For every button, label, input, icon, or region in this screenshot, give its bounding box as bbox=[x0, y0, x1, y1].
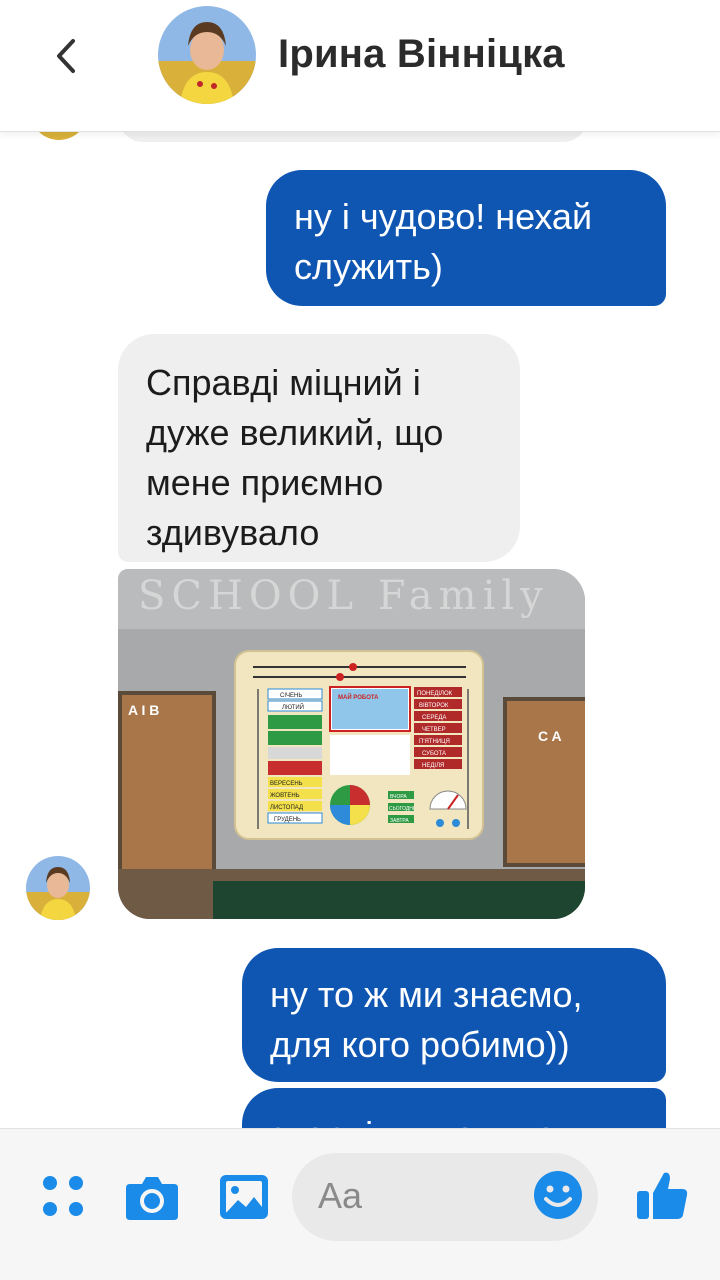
contact-avatar-small[interactable] bbox=[26, 856, 90, 920]
contact-name[interactable]: Ірина Вінніцка bbox=[278, 32, 565, 77]
day-label: ЗАВТРА bbox=[390, 818, 409, 824]
weekday-label: П'ЯТНИЦЯ bbox=[419, 739, 450, 745]
weekday-label: ЧЕТВЕР bbox=[422, 727, 446, 733]
month-label: ЖОВТЕНЬ bbox=[270, 793, 300, 799]
message-text: зверніть увагу на bbox=[270, 1114, 556, 1128]
center-title: МАЙ РОБОТА bbox=[338, 693, 379, 701]
right-card-letters: C A bbox=[538, 728, 562, 744]
back-chevron-icon bbox=[57, 39, 75, 73]
message-text: ну і чудово! нехай служить) bbox=[294, 196, 593, 287]
more-actions-button[interactable] bbox=[38, 1171, 88, 1221]
month-label: СІЧЕНЬ bbox=[280, 693, 302, 699]
day-label: ВЧОРА bbox=[390, 794, 407, 800]
photo-watermark: SCHOOL Family bbox=[138, 573, 549, 619]
month-label: ЛЮТИЙ bbox=[282, 703, 304, 711]
camera-button[interactable] bbox=[122, 1169, 182, 1225]
weekday-label: ВІВТОРОК bbox=[419, 703, 449, 709]
chat-header: Ірина Вінніцка bbox=[0, 0, 720, 132]
outgoing-message[interactable]: ну і чудово! нехай служить) bbox=[266, 170, 666, 306]
contact-avatar[interactable] bbox=[158, 6, 256, 104]
outgoing-message[interactable]: ну то ж ми знаємо, для кого робимо)) bbox=[242, 948, 666, 1082]
message-input-placeholder: Aa bbox=[318, 1175, 363, 1216]
emoji-button[interactable] bbox=[530, 1167, 586, 1223]
menu-dots-icon bbox=[43, 1176, 83, 1216]
weekday-label: СУБОТА bbox=[422, 751, 446, 757]
weekday-label: СЕРЕДА bbox=[422, 715, 446, 721]
gallery-button[interactable] bbox=[216, 1169, 272, 1225]
weekday-label: НЕДІЛЯ bbox=[422, 763, 444, 769]
outgoing-message[interactable]: зверніть увагу на bbox=[242, 1088, 666, 1128]
left-card-letters: A I B bbox=[128, 702, 159, 718]
back-button[interactable] bbox=[40, 30, 92, 82]
camera-icon bbox=[126, 1177, 178, 1220]
gallery-icon bbox=[220, 1175, 268, 1219]
previous-message-bubble bbox=[118, 132, 588, 142]
message-list[interactable]: ну і чудово! нехай служить) Справді міцн… bbox=[0, 132, 720, 1128]
month-label: ВЕРЕСЕНЬ bbox=[270, 781, 303, 787]
weekday-label: ПОНЕДІЛОК bbox=[417, 691, 453, 697]
month-label: ГРУДЕНЬ bbox=[274, 817, 301, 823]
like-button[interactable] bbox=[632, 1165, 692, 1225]
message-text: ну то ж ми знаємо, для кого робимо)) bbox=[270, 974, 583, 1065]
day-label: СЬОГОДНІ bbox=[389, 806, 414, 812]
incoming-message[interactable]: Справді міцний і дуже великий, що мене п… bbox=[118, 334, 520, 562]
photo-attachment[interactable]: SCHOOL Family A I B C A СІЧЕНЬ ЛЮТИЙ ВЕР… bbox=[118, 569, 585, 919]
previous-avatar bbox=[30, 132, 88, 140]
thumbs-up-icon bbox=[637, 1172, 688, 1219]
month-label: ЛИСТОПАД bbox=[270, 805, 303, 811]
composer-bar: Aa bbox=[0, 1128, 720, 1280]
message-text: Справді міцний і дуже великий, що мене п… bbox=[146, 362, 444, 553]
emoji-icon bbox=[534, 1171, 582, 1219]
